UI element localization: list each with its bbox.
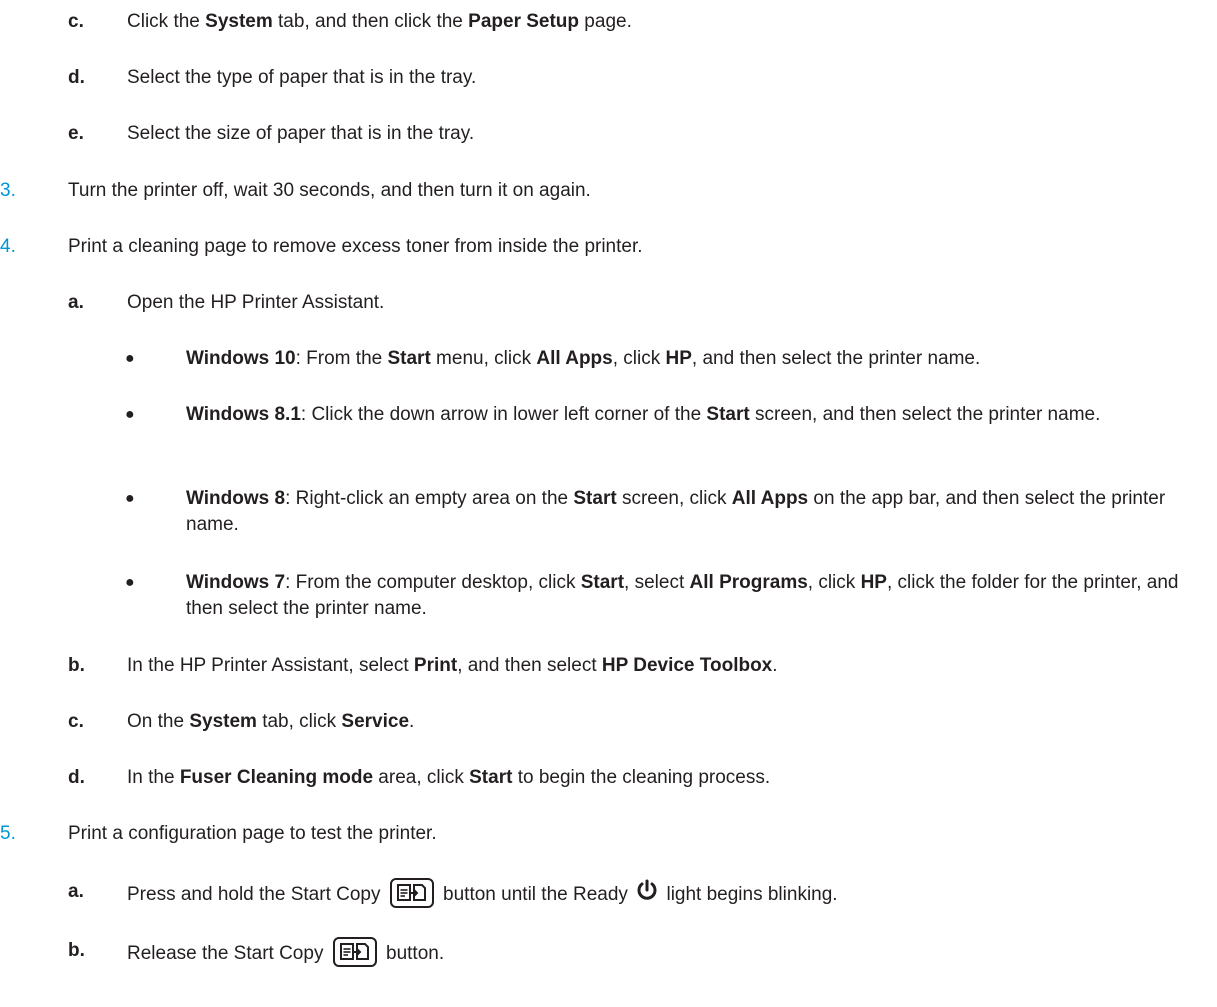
bold-term: Service — [341, 711, 410, 732]
substep-text: Select the type of paper that is in the … — [127, 66, 476, 90]
bullet-text: Windows 8: Right-click an empty area on … — [186, 486, 1196, 538]
text-segment: In the — [127, 767, 180, 788]
bullet-icon: ● — [125, 490, 135, 507]
text-segment: Select the size of paper that is in the … — [127, 123, 475, 144]
step-text: Print a cleaning page to remove excess t… — [68, 236, 643, 257]
bold-term: Start — [706, 404, 750, 425]
text-segment: : Right-click an empty area on the — [285, 488, 574, 509]
bold-term: Windows 8 — [186, 488, 286, 509]
text-segment: . — [772, 655, 778, 676]
substep-letter: e. — [68, 123, 84, 144]
text-segment: Click the — [127, 11, 206, 32]
bullet-text: Windows 10: From the Start menu, click A… — [186, 346, 1196, 372]
text-segment: to begin the cleaning process. — [512, 767, 771, 788]
bold-term: Windows 8.1 — [186, 404, 301, 425]
text-segment: : Click the down arrow in lower left cor… — [300, 404, 707, 425]
substep-text: Select the size of paper that is in the … — [127, 122, 474, 146]
text-segment: , and then select — [457, 655, 602, 676]
text-segment: light begins blinking. — [666, 884, 838, 906]
text-segment: . — [409, 711, 415, 732]
bold-term: Fuser Cleaning mode — [179, 767, 374, 788]
bullet-text: Windows 8.1: Click the down arrow in low… — [186, 402, 1196, 428]
step-number: 4. — [0, 236, 16, 257]
substep-text: On the System tab, click Service. — [127, 710, 414, 734]
bold-term: Start — [469, 767, 513, 788]
text-segment: , select — [624, 572, 690, 593]
bold-term: System — [189, 711, 257, 732]
bold-term: All Apps — [536, 348, 613, 369]
ready-power-icon — [636, 879, 658, 908]
text-segment: screen, click — [616, 488, 732, 509]
text-segment: , click — [612, 348, 666, 369]
substep-text: In the HP Printer Assistant, select Prin… — [127, 654, 778, 678]
text-segment: menu, click — [430, 348, 537, 369]
text-segment: : From the computer desktop, click — [285, 572, 581, 593]
substep-text: Press and hold the Start Copy button unt… — [127, 878, 838, 910]
start-copy-icon — [389, 878, 434, 908]
bold-term: Windows 7 — [186, 572, 286, 593]
text-segment: page. — [579, 11, 632, 32]
step-number: 3. — [0, 180, 16, 201]
bold-term: Start — [573, 488, 617, 509]
text-segment: In the HP Printer Assistant, select — [127, 655, 414, 676]
substep-text: Release the Start Copy button. — [127, 937, 445, 969]
substep-letter: b. — [68, 940, 85, 961]
text-segment: On the — [127, 711, 190, 732]
bold-term: All Apps — [731, 488, 809, 509]
bold-term: HP — [665, 348, 692, 369]
bullet-icon: ● — [125, 406, 135, 423]
text-segment: : From the — [295, 348, 388, 369]
bold-term: Start — [387, 348, 431, 369]
substep-letter: c. — [68, 711, 84, 732]
substep-text: Open the HP Printer Assistant. — [127, 292, 385, 313]
substep-letter: a. — [68, 881, 84, 902]
step-number: 5. — [0, 823, 16, 844]
text-segment: , click — [807, 572, 861, 593]
bold-term: HP — [860, 572, 887, 593]
bullet-text: Windows 7: From the computer desktop, cl… — [186, 570, 1196, 622]
substep-text: Click the System tab, and then click the… — [127, 10, 632, 34]
substep-letter: d. — [68, 767, 85, 788]
bullet-icon: ● — [125, 574, 135, 591]
step-text: Turn the printer off, wait 30 seconds, a… — [68, 180, 591, 201]
bold-term: HP Device Toolbox — [601, 655, 773, 676]
start-copy-icon — [332, 937, 377, 967]
bold-term: Paper Setup — [468, 11, 580, 32]
substep-letter: a. — [68, 292, 84, 313]
bold-term: Print — [413, 655, 458, 676]
text-segment: area, click — [373, 767, 470, 788]
substep-letter: d. — [68, 67, 85, 88]
substep-text: In the Fuser Cleaning mode area, click S… — [127, 766, 770, 790]
text-segment: Release the Start Copy — [127, 943, 324, 965]
step-text: Print a configuration page to test the p… — [68, 823, 437, 844]
text-segment: button. — [386, 943, 445, 965]
bold-term: Windows 10 — [186, 348, 296, 369]
bullet-icon: ● — [125, 350, 135, 367]
substep-letter: b. — [68, 655, 85, 676]
text-segment: screen, and then select the printer name… — [749, 404, 1101, 425]
bold-term: System — [205, 11, 273, 32]
substep-letter: c. — [68, 11, 84, 32]
text-segment: tab, click — [256, 711, 342, 732]
bold-term: Start — [580, 572, 625, 593]
text-segment: , and then select the printer name. — [691, 348, 981, 369]
text-segment: button until the Ready — [443, 884, 628, 906]
text-segment: Select the type of paper that is in the … — [127, 67, 477, 88]
text-segment: Press and hold the Start Copy — [127, 884, 381, 906]
text-segment: tab, and then click the — [272, 11, 469, 32]
bold-term: All Programs — [689, 572, 808, 593]
